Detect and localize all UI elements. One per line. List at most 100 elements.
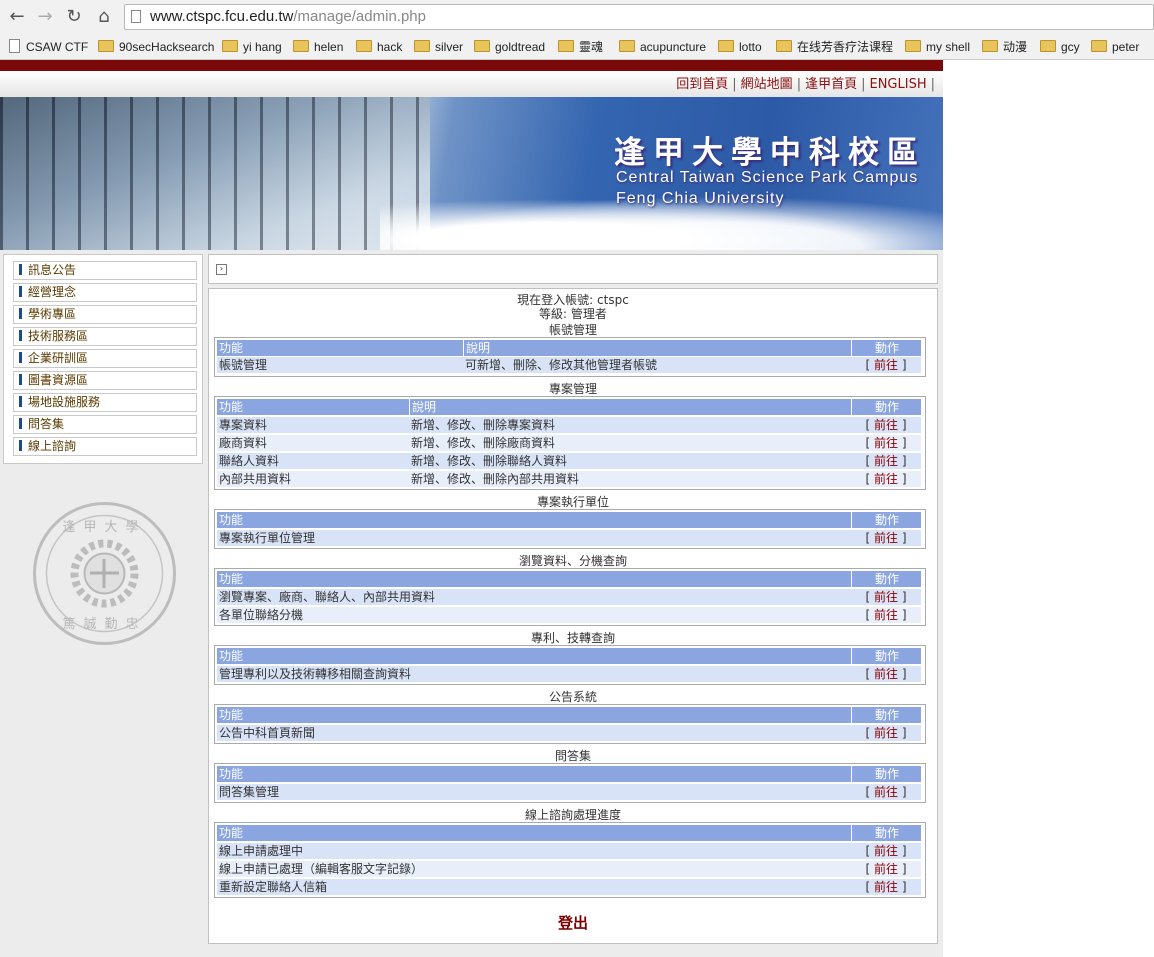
bullet-icon: [19, 264, 22, 275]
faq-table: 功能 動作 問答集管理 [ 前往 ]: [214, 763, 926, 803]
table-header: 功能 動作: [217, 707, 921, 723]
expand-arrow-icon[interactable]: ›: [216, 264, 227, 275]
bookmark-item[interactable]: yi hang: [222, 38, 282, 56]
go-link[interactable]: [ 前往 ]: [851, 417, 921, 433]
folder-icon: [98, 40, 114, 52]
nav-separator: |: [861, 77, 866, 92]
page-icon: [9, 39, 20, 53]
banner-building-image: [0, 97, 430, 250]
folder-icon: [776, 40, 792, 52]
sidebar-item-library[interactable]: 圖書資源區: [13, 371, 197, 390]
bullet-icon: [19, 286, 22, 297]
sidebar-item-tech-service[interactable]: 技術服務區: [13, 327, 197, 346]
table-row: 公告中科首頁新聞 [ 前往 ]: [217, 725, 921, 741]
folder-icon: [1091, 40, 1107, 52]
bullet-icon: [19, 330, 22, 341]
university-seal-icon: 逢甲大學 篤誠勤忠: [33, 502, 176, 645]
sidebar-item-facilities[interactable]: 場地設施服務: [13, 393, 197, 412]
bookmark-item[interactable]: helen: [293, 38, 343, 56]
go-link[interactable]: [ 前往 ]: [851, 453, 921, 469]
unit-table: 功能 動作 專案執行單位管理 [ 前往 ]: [214, 509, 926, 549]
bookmark-item[interactable]: acupuncture: [619, 38, 706, 56]
nav-fcu-link[interactable]: 逢甲首頁: [805, 77, 857, 92]
breadcrumb-bar: ›: [208, 254, 938, 284]
logout-link[interactable]: 登出: [209, 912, 937, 933]
bullet-icon: [19, 396, 22, 407]
nav-separator: |: [732, 77, 737, 92]
section-title: 公告系統: [548, 690, 597, 704]
top-nav: 回到首頁 | 網站地圖 | 逢甲首頁 | ENGLISH |: [676, 73, 939, 92]
table-row: 線上申請已處理（編輯客服文字記錄） [ 前往 ]: [217, 861, 921, 877]
site-banner: 逢甲大學中科校區 Central Taiwan Science Park Cam…: [0, 97, 943, 250]
banner-title-zh: 逢甲大學中科校區: [614, 135, 926, 171]
sidebar-item-consult[interactable]: 線上諮詢: [13, 437, 197, 456]
bookmark-item[interactable]: my shell: [905, 38, 970, 56]
folder-icon: [905, 40, 921, 52]
sidebar-menu: 訊息公告 經營理念 學術專區 技術服務區 企業研訓區 圖書資源區 場地設施服務 …: [3, 254, 203, 464]
table-header: 功能 動作: [217, 571, 921, 587]
go-link[interactable]: [ 前往 ]: [851, 725, 921, 741]
table-row: 重新設定聯絡人信箱 [ 前往 ]: [217, 879, 921, 895]
sidebar-item-philosophy[interactable]: 經營理念: [13, 283, 197, 302]
nav-english-link[interactable]: ENGLISH: [869, 77, 926, 92]
section-title: 問答集: [554, 749, 591, 763]
reload-icon[interactable]: ↻: [62, 5, 86, 29]
bookmark-item[interactable]: 90secHacksearch: [98, 38, 214, 56]
nav-separator: |: [796, 77, 802, 92]
go-link[interactable]: [ 前往 ]: [851, 471, 921, 487]
table-header: 功能 說明 動作: [217, 340, 921, 356]
bookmark-item[interactable]: 动漫: [982, 38, 1027, 56]
admin-panel: 現在登入帳號: ctspc 等級: 管理者 帳號管理 功能 說明 動作 帳號管理…: [208, 288, 938, 944]
bookmark-item[interactable]: lotto: [718, 38, 762, 56]
sidebar-item-faq[interactable]: 問答集: [13, 415, 197, 434]
go-link[interactable]: [ 前往 ]: [851, 357, 921, 373]
bookmark-item[interactable]: gcy: [1040, 38, 1080, 56]
section-title: 專利、技轉查詢: [530, 631, 615, 645]
seal-text-bottom: 篤誠勤忠: [62, 617, 146, 632]
section-title: 專案管理: [548, 382, 597, 396]
go-link[interactable]: [ 前往 ]: [851, 607, 921, 623]
go-link[interactable]: [ 前往 ]: [851, 861, 921, 877]
bookmark-item[interactable]: goldtread: [474, 38, 545, 56]
bookmark-item[interactable]: 在线芳香疗法课程: [776, 38, 893, 56]
table-header: 功能 動作: [217, 648, 921, 664]
bookmark-item[interactable]: 靈魂: [558, 38, 603, 56]
project-table: 功能 說明 動作 專案資料 新增、修改、刪除專案資料 [ 前往 ] 廠商資料 新…: [214, 396, 926, 490]
go-link[interactable]: [ 前往 ]: [851, 589, 921, 605]
bookmark-item[interactable]: peter: [1091, 38, 1139, 56]
bookmark-item[interactable]: hack: [356, 38, 402, 56]
site-page: 回到首頁 | 網站地圖 | 逢甲首頁 | ENGLISH | 逢甲大學中科校區 Central…: [0, 60, 943, 957]
folder-icon: [718, 40, 734, 52]
go-link[interactable]: [ 前往 ]: [851, 435, 921, 451]
table-row: 聯絡人資料 新增、修改、刪除聯絡人資料 [ 前往 ]: [217, 453, 921, 469]
bullet-icon: [19, 418, 22, 429]
bullet-icon: [19, 374, 22, 385]
folder-icon: [222, 40, 238, 52]
go-link[interactable]: [ 前往 ]: [851, 784, 921, 800]
nav-separator: |: [930, 77, 935, 92]
table-row: 問答集管理 [ 前往 ]: [217, 784, 921, 800]
sidebar-item-news[interactable]: 訊息公告: [13, 261, 197, 280]
go-link[interactable]: [ 前往 ]: [851, 879, 921, 895]
go-link[interactable]: [ 前往 ]: [851, 843, 921, 859]
section-title: 帳號管理: [548, 323, 597, 337]
seal-text-top: 逢甲大學: [62, 520, 146, 535]
consult-table: 功能 動作 線上申請處理中 [ 前往 ] 線上申請已處理（編輯客服文字記錄） […: [214, 822, 926, 898]
go-link[interactable]: [ 前往 ]: [851, 530, 921, 546]
nav-sitemap-link[interactable]: 網站地圖: [741, 77, 793, 92]
announcement-table: 功能 動作 公告中科首頁新聞 [ 前往 ]: [214, 704, 926, 744]
nav-home-link[interactable]: 回到首頁: [676, 77, 728, 92]
sidebar-item-academic[interactable]: 學術專區: [13, 305, 197, 324]
bookmark-item[interactable]: CSAW CTF: [9, 38, 88, 56]
folder-icon: [474, 40, 490, 52]
home-icon[interactable]: ⌂: [92, 5, 116, 29]
url-text: www.ctspc.fcu.edu.tw/manage/admin.php: [150, 8, 426, 25]
go-link[interactable]: [ 前往 ]: [851, 666, 921, 682]
table-row: 瀏覽專案、廠商、聯絡人、內部共用資料 [ 前往 ]: [217, 589, 921, 605]
sidebar-item-training[interactable]: 企業研訓區: [13, 349, 197, 368]
forward-icon[interactable]: →: [33, 5, 57, 29]
bookmark-item[interactable]: silver: [414, 38, 463, 56]
back-icon[interactable]: ←: [5, 5, 29, 29]
address-bar[interactable]: www.ctspc.fcu.edu.tw/manage/admin.php: [124, 4, 1154, 30]
table-header: 功能 動作: [217, 825, 921, 841]
